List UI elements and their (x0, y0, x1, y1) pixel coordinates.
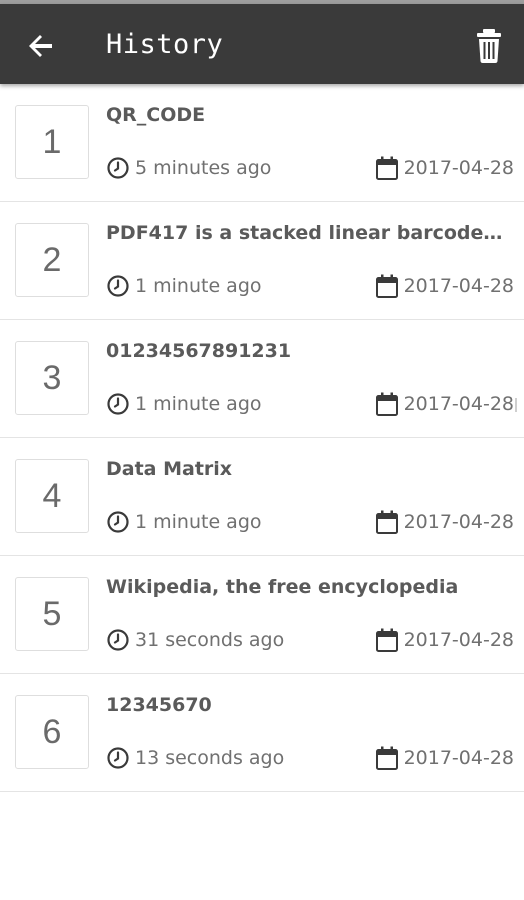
calendar-icon (375, 510, 398, 534)
page-title: History (106, 29, 224, 60)
calendar-icon (375, 274, 398, 298)
item-date-label: 2017-04-28 (403, 157, 514, 179)
list-item[interactable]: 2 PDF417 is a stacked linear barcode sy..… (0, 202, 524, 320)
calendar-icon (375, 156, 398, 180)
item-date-label: 2017-04-28 (403, 747, 514, 769)
item-date: 2017-04-28 (375, 272, 514, 300)
calendar-icon (375, 628, 398, 652)
clock-icon (107, 511, 129, 533)
item-time: 5 minutes ago (106, 154, 271, 182)
item-time-label: 1 minute ago (135, 275, 262, 297)
item-time-label: 1 minute ago (135, 393, 262, 415)
item-date: 2017-04-28 (375, 390, 514, 418)
item-date-label: 2017-04-28 (403, 275, 514, 297)
item-date: 2017-04-28 (375, 508, 514, 536)
item-date-label: 2017-04-28 (403, 629, 514, 651)
clock-icon (107, 393, 129, 415)
item-time-label: 13 seconds ago (135, 747, 285, 769)
item-index: 4 (15, 459, 89, 533)
item-time: 1 minute ago (106, 508, 262, 536)
item-content: Wikipedia, the free encyclopedia (106, 576, 459, 598)
item-time-label: 31 seconds ago (135, 629, 285, 651)
clock-icon (107, 629, 129, 651)
delete-all-button[interactable] (470, 26, 510, 66)
item-content: 12345670 (106, 694, 212, 716)
scroll-indicator (515, 398, 521, 412)
item-date-label: 2017-04-28 (403, 511, 514, 533)
back-button[interactable] (22, 26, 62, 66)
item-date: 2017-04-28 (375, 744, 514, 772)
trash-icon (477, 29, 501, 63)
item-date-label: 2017-04-28 (403, 393, 514, 415)
list-item[interactable]: 3 01234567891231 1 minute ago 2017-04-28 (0, 320, 524, 438)
list-item[interactable]: 6 12345670 13 seconds ago 2017-04-28 (0, 674, 524, 792)
item-content: QR_CODE (106, 104, 206, 126)
clock-icon (107, 747, 129, 769)
item-date: 2017-04-28 (375, 626, 514, 654)
list-item[interactable]: 1 QR_CODE 5 minutes ago 2017-04-28 (0, 84, 524, 202)
item-time: 13 seconds ago (106, 744, 284, 772)
item-time: 1 minute ago (106, 272, 262, 300)
item-index: 6 (15, 695, 89, 769)
item-index: 2 (15, 223, 89, 297)
item-time: 1 minute ago (106, 390, 262, 418)
item-index: 1 (15, 105, 89, 179)
item-index: 3 (15, 341, 89, 415)
calendar-icon (375, 392, 398, 416)
app-bar: History (0, 4, 524, 84)
history-list: 1 QR_CODE 5 minutes ago 2017-04-28 2 PDF417 i… (0, 84, 524, 792)
item-content: Data Matrix (106, 458, 233, 480)
list-item[interactable]: 4 Data Matrix 1 minute ago 2017-04-28 (0, 438, 524, 556)
item-time: 31 seconds ago (106, 626, 284, 654)
list-item[interactable]: 5 Wikipedia, the free encyclopedia 31 seco… (0, 556, 524, 674)
arrow-left-icon (29, 35, 52, 57)
item-content: PDF417 is a stacked linear barcode sy... (106, 222, 506, 244)
item-time-label: 1 minute ago (135, 511, 262, 533)
item-content: 01234567891231 (106, 340, 292, 362)
clock-icon (107, 157, 129, 179)
clock-icon (107, 275, 129, 297)
item-index: 5 (15, 577, 89, 651)
calendar-icon (375, 746, 398, 770)
item-time-label: 5 minutes ago (135, 157, 272, 179)
item-date: 2017-04-28 (375, 154, 514, 182)
